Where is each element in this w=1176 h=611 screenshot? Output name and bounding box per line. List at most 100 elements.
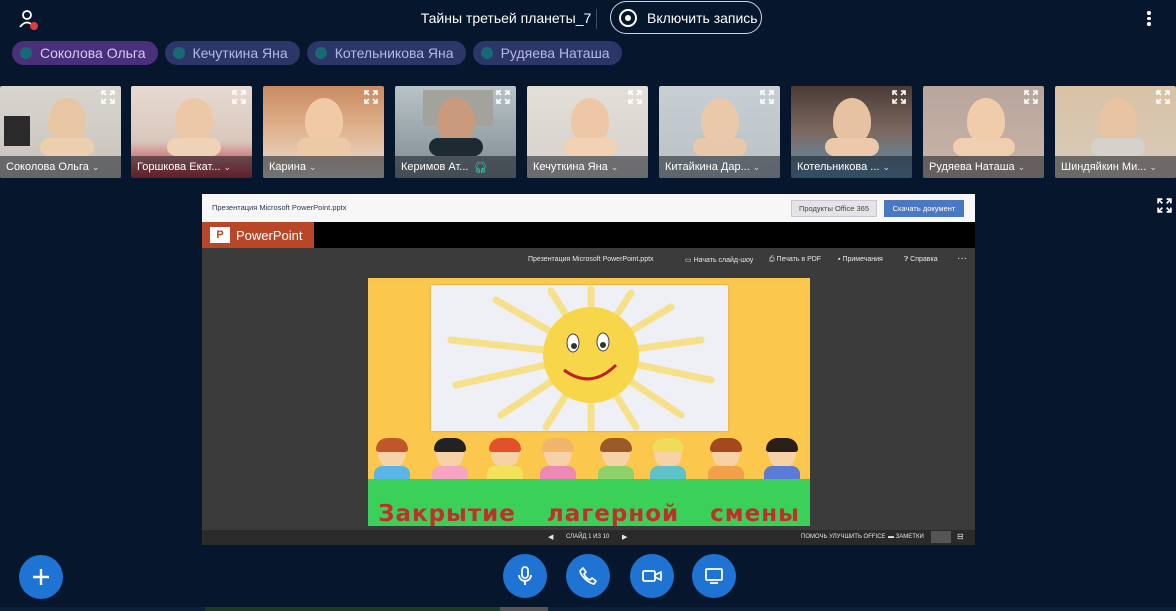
kid-illustration [646, 438, 690, 480]
notes-button[interactable]: ▪ Примечания [838, 256, 883, 263]
screen-share-icon [705, 568, 723, 584]
next-slide-icon[interactable]: ▶ [622, 533, 627, 541]
expand-icon[interactable] [1155, 89, 1171, 105]
video-tile[interactable]: Китайкина Дар... ⌄ [659, 86, 780, 178]
slideshow-button[interactable]: ▭ Начать слайд-шоу [685, 256, 753, 264]
viewer-footer: ◀ СЛАЙД 1 ИЗ 10 ▶ ПОМОЧЬ УЛУЧШИТЬ OFFICE… [202, 530, 975, 545]
help-button[interactable]: ❓︎ Справка [904, 256, 938, 264]
bottom-strip [0, 607, 1176, 611]
tile-name-bar: Горшкова Екат... ⌄ [131, 156, 252, 178]
expand-icon[interactable] [891, 89, 907, 105]
powerpoint-icon: P [210, 227, 230, 243]
improve-office-link[interactable]: ПОМОЧЬ УЛУЧШИТЬ OFFICE [801, 534, 886, 540]
kid-illustration [704, 438, 748, 480]
tile-name-bar: Китайкина Дар... ⌄ [659, 156, 780, 178]
tile-name-bar: Керимов Ат... 🎧︎ [395, 156, 516, 178]
slide-counter: СЛАЙД 1 ИЗ 10 [566, 534, 610, 540]
video-tile[interactable]: Горшкова Екат... ⌄ [131, 86, 252, 178]
chevron-down-icon[interactable]: ⌄ [223, 162, 231, 173]
record-icon [619, 8, 637, 27]
divider [596, 9, 597, 29]
add-button[interactable] [19, 555, 63, 599]
slide: Закрытие лагерной смены [368, 278, 810, 526]
record-button[interactable]: Включить запись [610, 1, 762, 34]
chevron-down-icon[interactable]: ⌄ [92, 162, 100, 173]
avatar-dot [172, 47, 185, 59]
tile-name-bar: Котельникова ... ⌄ [791, 156, 912, 178]
slideshow-icon: ▭ [685, 257, 694, 264]
app-brand-bar: P PowerPoint [202, 222, 975, 248]
video-tile[interactable]: Керимов Ат... 🎧︎ [395, 86, 516, 178]
tile-name-bar: Карина ⌄ [263, 156, 384, 178]
video-tile[interactable]: Кечуткина Яна ⌄ [527, 86, 648, 178]
chevron-down-icon[interactable]: ⌄ [1018, 162, 1026, 173]
avatar-dot [314, 47, 327, 59]
video-tile[interactable]: Шиндяйкин Ми... ⌄ [1055, 86, 1176, 178]
download-button[interactable]: Скачать документ [884, 200, 964, 217]
kid-illustration [483, 438, 527, 480]
kid-illustration [760, 438, 804, 480]
normal-view-icon[interactable] [931, 531, 951, 543]
kid-illustration [428, 438, 472, 480]
chevron-down-icon[interactable]: ⌄ [1149, 162, 1157, 173]
viewer-toolbar: Презентация Microsoft PowerPoint.pptx ▭ … [202, 248, 975, 270]
slide-title: Закрытие лагерной смены [378, 501, 800, 526]
presentation-header: Презентация Microsoft PowerPoint.pptx Пр… [202, 194, 975, 223]
more-icon[interactable]: ··· [957, 253, 967, 264]
headphones-icon: 🎧︎ [473, 161, 488, 174]
participant-chip[interactable]: Кечуткина Яна [164, 41, 300, 65]
video-tile[interactable]: Рудяева Наташа ⌄ [923, 86, 1044, 178]
avatar-dot [20, 47, 32, 59]
phone-icon [579, 567, 597, 585]
fullscreen-icon[interactable] [1156, 197, 1173, 214]
tile-name-bar: Кечуткина Яна ⌄ [527, 156, 648, 178]
prev-slide-icon[interactable]: ◀ [548, 533, 553, 541]
powerpoint-logo: P PowerPoint [202, 222, 314, 248]
kid-illustration [594, 438, 638, 480]
notes-toggle[interactable]: ▬ ЗАМЕТКИ [888, 534, 924, 540]
expand-icon[interactable] [495, 89, 511, 105]
expand-icon[interactable] [759, 89, 775, 105]
file-name: Презентация Microsoft PowerPoint.pptx [212, 203, 347, 212]
avatar-dot [480, 47, 493, 59]
screen-share-button[interactable] [692, 554, 736, 598]
tile-name-bar: Рудяева Наташа ⌄ [923, 156, 1044, 178]
tile-name-bar: Соколова Ольга ⌄ [0, 156, 121, 178]
camera-icon [642, 570, 662, 582]
video-tile[interactable]: Соколова Ольга ⌄ [0, 86, 121, 178]
chevron-down-icon[interactable]: ⌄ [753, 162, 761, 173]
video-tile[interactable]: Котельникова ... ⌄ [791, 86, 912, 178]
record-label: Включить запись [647, 9, 758, 26]
chevron-down-icon[interactable]: ⌄ [882, 162, 890, 173]
camera-button[interactable] [630, 554, 674, 598]
kid-illustration [536, 438, 580, 480]
print-pdf-button[interactable]: ⎙ Печать в PDF [769, 256, 821, 264]
notes-icon: ▬ [888, 534, 896, 540]
sun-illustration [447, 285, 715, 431]
shared-presentation: Презентация Microsoft PowerPoint.pptx Пр… [202, 194, 975, 545]
participant-chip[interactable]: Котельникова Яна [306, 41, 466, 65]
chevron-down-icon[interactable]: ⌄ [309, 162, 317, 173]
video-tile[interactable]: Карина ⌄ [263, 86, 384, 178]
participant-chip[interactable]: Соколова Ольга [12, 41, 158, 65]
tile-name-bar: Шиндяйкин Ми... ⌄ [1055, 156, 1176, 178]
status-dot [30, 22, 38, 30]
expand-icon[interactable] [627, 89, 643, 105]
speaker-chips: Соколова Ольга Кечуткина Яна Котельников… [12, 41, 622, 65]
expand-icon[interactable] [363, 89, 379, 105]
expand-icon[interactable] [100, 89, 116, 105]
plus-icon [33, 569, 49, 585]
toolbar-file-name: Презентация Microsoft PowerPoint.pptx [528, 256, 654, 263]
expand-icon[interactable] [1023, 89, 1039, 105]
chevron-down-icon[interactable]: ⌄ [611, 162, 619, 173]
printer-icon: ⎙ [769, 256, 777, 263]
microphone-button[interactable] [503, 554, 547, 598]
call-button[interactable] [566, 554, 610, 598]
expand-icon[interactable] [231, 89, 247, 105]
participant-chip[interactable]: Рудяева Наташа [472, 41, 622, 65]
office-products-button[interactable]: Продукты Office 365 [791, 200, 877, 217]
slideshow-view-icon[interactable]: ⊟ [957, 532, 964, 541]
more-options-icon[interactable] [1144, 9, 1154, 29]
video-strip: Соколова Ольга ⌄ Горшкова Екат... ⌄ Карина… [0, 86, 1176, 178]
meeting-title: Тайны третьей планеты_7 [420, 10, 592, 26]
